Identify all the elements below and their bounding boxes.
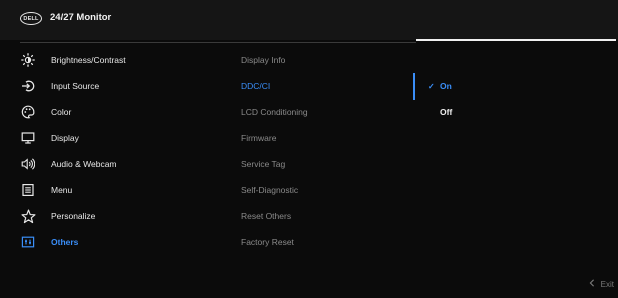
header-divider (20, 42, 416, 43)
exit-label: Exit (600, 279, 614, 289)
osd-header: DELL 24/27 Monitor (0, 0, 618, 40)
menu-item-display[interactable]: Display (20, 128, 220, 148)
menu-item-brightness-contrast[interactable]: Brightness/Contrast (20, 50, 220, 70)
submenu-item-firmware[interactable]: Firmware (241, 128, 276, 148)
menu-item-audio-webcam[interactable]: Audio & Webcam (20, 154, 220, 174)
menu-item-label: Input Source (51, 81, 100, 91)
monitor-osd: DELL 24/27 Monitor Brightness/Contrast I… (0, 0, 618, 298)
submenu-item-factory-reset[interactable]: Factory Reset (241, 232, 294, 252)
menu-icon (20, 182, 36, 198)
menu-item-label: Others (51, 237, 79, 247)
option-label: On (440, 81, 452, 91)
checkmark-icon: ✓ (428, 81, 435, 91)
dell-logo-text: DELL (23, 15, 39, 22)
color-icon (20, 104, 36, 120)
osd-title: 24/27 Monitor (50, 12, 112, 23)
input-source-icon (20, 78, 36, 94)
option-label: Off (440, 107, 453, 117)
menu-item-input-source[interactable]: Input Source (20, 76, 220, 96)
menu-item-personalize[interactable]: Personalize (20, 206, 220, 226)
menu-item-menu[interactable]: Menu (20, 180, 220, 200)
submenu-item-reset-others[interactable]: Reset Others (241, 206, 291, 226)
menu-item-label: Menu (51, 185, 73, 195)
submenu-item-display-info[interactable]: Display Info (241, 50, 285, 70)
submenu-item-service-tag[interactable]: Service Tag (241, 154, 285, 174)
dell-logo: DELL (20, 12, 42, 25)
speaker-icon (20, 156, 36, 172)
submenu-item-self-diagnostic[interactable]: Self-Diagnostic (241, 180, 298, 200)
option-on[interactable]: ✓ On (428, 76, 452, 96)
menu-item-label: Color (51, 107, 72, 117)
menu-item-label: Audio & Webcam (51, 159, 117, 169)
option-off[interactable]: Off (428, 102, 452, 122)
others-icon (20, 234, 36, 250)
menu-item-others[interactable]: Others (20, 232, 220, 252)
menu-item-label: Brightness/Contrast (51, 55, 126, 65)
selection-indicator (413, 73, 415, 100)
display-icon (20, 130, 36, 146)
submenu-item-lcd-conditioning[interactable]: LCD Conditioning (241, 102, 308, 122)
menu-item-label: Personalize (51, 211, 96, 221)
chevron-left-icon (589, 279, 595, 289)
submenu-item-ddc-ci[interactable]: DDC/CI (241, 76, 270, 96)
menu-item-color[interactable]: Color (20, 102, 220, 122)
star-icon (20, 208, 36, 224)
header-divider-highlight (416, 39, 616, 41)
brightness-icon (20, 52, 36, 68)
exit-button[interactable]: Exit (589, 279, 614, 289)
menu-item-label: Display (51, 133, 79, 143)
